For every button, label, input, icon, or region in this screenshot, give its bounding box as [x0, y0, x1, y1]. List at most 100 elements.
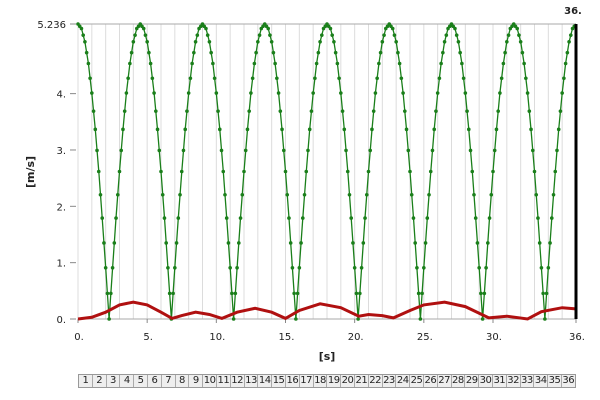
frame-index-cell[interactable]: 16	[286, 375, 300, 387]
green-data-point	[494, 127, 499, 132]
green-data-point	[332, 40, 336, 44]
green-data-point	[399, 76, 404, 81]
frame-index-cell[interactable]: 6	[148, 375, 162, 387]
green-data-point	[522, 61, 526, 66]
green-data-point	[454, 33, 459, 37]
green-data-point	[444, 33, 449, 37]
frame-index-cell[interactable]: 4	[120, 375, 135, 387]
frame-index-cell[interactable]: 14	[258, 375, 273, 387]
frame-index-cell[interactable]: 32	[507, 375, 521, 387]
green-data-point	[529, 127, 533, 132]
green-data-point	[392, 33, 397, 37]
green-data-point	[330, 33, 334, 37]
frame-index-cell[interactable]: 31	[493, 375, 507, 387]
green-data-point	[536, 216, 540, 220]
green-data-point	[237, 241, 241, 245]
frame-index-cell[interactable]: 11	[217, 375, 231, 387]
green-data-point	[518, 40, 523, 44]
green-data-point	[207, 40, 212, 44]
green-data-point	[143, 33, 148, 37]
frame-index-cell[interactable]: 8	[176, 375, 190, 387]
x-tick-label: 20.	[348, 332, 364, 343]
frame-index-cell[interactable]: 18	[314, 375, 328, 387]
green-data-point	[257, 33, 262, 37]
green-data-point	[435, 91, 440, 95]
green-data-point	[231, 317, 236, 321]
green-data-point	[193, 40, 198, 44]
frame-index-cell[interactable]: 5	[134, 375, 148, 387]
frame-index-cell[interactable]: 19	[327, 375, 342, 387]
green-data-point	[413, 241, 417, 245]
green-data-point	[487, 216, 492, 220]
green-data-point	[174, 241, 179, 245]
green-data-point	[501, 61, 506, 66]
frame-index-cell[interactable]: 3	[107, 375, 121, 387]
frame-index-cell[interactable]: 33	[521, 375, 535, 387]
frame-index-cell[interactable]: 17	[300, 375, 314, 387]
frame-index-cell[interactable]: 27	[438, 375, 452, 387]
green-data-point	[287, 216, 291, 220]
green-data-point	[252, 61, 257, 66]
frame-index-cell[interactable]: 1	[79, 375, 93, 387]
frame-index-cell[interactable]: 10	[203, 375, 217, 387]
frame-index-cell[interactable]: 21	[355, 375, 369, 387]
green-data-point	[316, 50, 321, 55]
frame-index-cell[interactable]: 29	[465, 375, 480, 387]
frame-index-cell[interactable]: 30	[479, 375, 493, 387]
green-data-point	[532, 169, 537, 174]
green-data-point	[250, 76, 255, 81]
green-data-point	[349, 216, 354, 220]
green-data-point	[217, 127, 222, 132]
green-data-point	[337, 76, 341, 81]
frame-index-cell[interactable]: 2	[93, 375, 107, 387]
green-data-point	[100, 216, 105, 220]
frame-index-cell[interactable]: 13	[245, 375, 259, 387]
frame-index-cell[interactable]: 15	[272, 375, 286, 387]
frame-index-cell[interactable]: 34	[534, 375, 549, 387]
green-data-point	[411, 216, 416, 220]
frame-index-cell[interactable]: 35	[548, 375, 562, 387]
green-data-point	[401, 91, 405, 95]
green-data-point	[423, 241, 428, 245]
frame-index-cell[interactable]: 24	[396, 375, 411, 387]
green-data-point	[224, 216, 229, 220]
green-data-point	[84, 50, 89, 55]
green-data-point	[473, 216, 478, 220]
green-data-point	[314, 61, 319, 66]
green-data-point	[247, 109, 251, 113]
green-data-point	[370, 127, 374, 132]
green-data-point	[221, 169, 226, 174]
green-data-point	[408, 169, 412, 174]
frame-index-cell[interactable]: 36	[562, 375, 575, 387]
green-data-point	[470, 169, 475, 174]
green-data-point	[567, 40, 571, 44]
frame-index-cell[interactable]: 28	[452, 375, 466, 387]
green-data-point	[115, 192, 120, 197]
frame-index-cell[interactable]: 26	[424, 375, 438, 387]
green-data-point	[214, 91, 219, 95]
green-data-point	[418, 317, 423, 321]
frame-index-cell[interactable]: 23	[383, 375, 397, 387]
green-data-point	[496, 109, 500, 113]
green-data-point	[313, 76, 317, 81]
green-data-point	[107, 317, 111, 321]
frame-index-cell[interactable]: 22	[369, 375, 383, 387]
green-data-point	[295, 291, 300, 296]
frame-index-cell[interactable]: 9	[189, 375, 204, 387]
green-data-point	[278, 109, 283, 113]
green-data-point	[352, 265, 357, 270]
green-data-point	[515, 26, 520, 31]
green-data-point	[292, 291, 296, 296]
green-data-point	[339, 91, 343, 95]
frame-index-cell[interactable]: 20	[341, 375, 355, 387]
frame-index-cell[interactable]: 7	[162, 375, 176, 387]
green-data-point	[442, 40, 447, 44]
green-data-point	[378, 50, 383, 55]
green-data-point	[491, 169, 495, 174]
frame-index-cell[interactable]: 12	[231, 375, 245, 387]
green-data-point	[460, 61, 464, 66]
green-data-point	[425, 216, 430, 220]
frame-index-cell[interactable]: 25	[410, 375, 424, 387]
green-data-point	[188, 76, 193, 81]
green-data-point	[178, 192, 182, 197]
